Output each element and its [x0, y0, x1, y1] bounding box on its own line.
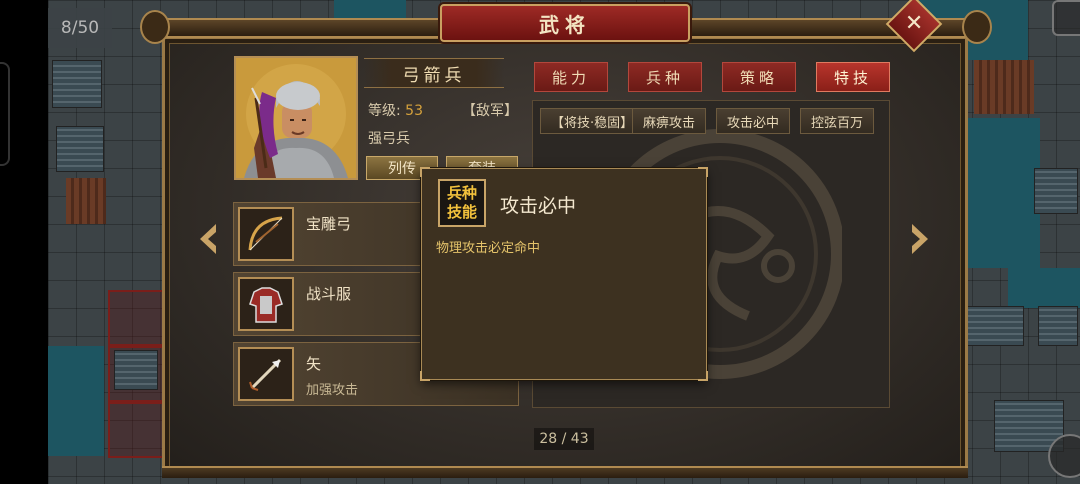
corner-ornament: [698, 167, 708, 177]
badge-line: 技能: [446, 203, 477, 221]
troop-skill-badge: 兵种 技能: [438, 179, 486, 227]
tab-strategy[interactable]: 策略: [722, 62, 796, 92]
side-handle: [0, 62, 10, 166]
corner-ornament: [420, 167, 430, 177]
equipment-name: 矢: [306, 355, 322, 373]
scroll-end-right: [962, 10, 992, 44]
page-indicator: 28 / 43: [534, 428, 594, 450]
equipment-desc: 加强攻击: [306, 383, 359, 398]
dialog-bottom-rod: [162, 466, 968, 478]
level-value: 53: [405, 103, 423, 119]
skill-chip[interactable]: 【将技·稳固】: [540, 108, 645, 134]
tab-ability[interactable]: 能力: [534, 62, 608, 92]
skill-tooltip: 兵种 技能 攻击必中 物理攻击必定命中: [420, 167, 708, 381]
screen-edge: [0, 0, 48, 484]
corner-ornament: [420, 371, 430, 381]
skill-chip[interactable]: 攻击必中: [716, 108, 791, 134]
map-menu-button[interactable]: [1052, 0, 1080, 36]
armor-icon: [238, 277, 294, 331]
equipment-name: 宝雕弓: [306, 215, 352, 233]
skill-chip[interactable]: 麻痹攻击: [632, 108, 707, 134]
prev-general-arrow-icon[interactable]: [196, 222, 220, 256]
dialog-title: 武将: [440, 4, 690, 42]
level-row: 等级: 53: [368, 100, 423, 120]
arrow-icon: [238, 347, 294, 401]
tooltip-description: 物理攻击必定命中: [436, 241, 541, 256]
unit-type: 强弓兵: [368, 131, 410, 147]
equipment-name: 战斗服: [306, 285, 352, 303]
tab-skills[interactable]: 特技: [816, 62, 890, 92]
tab-troop[interactable]: 兵种: [628, 62, 702, 92]
faction-label: 【敌军】: [462, 103, 518, 119]
archer-portrait-icon: [244, 64, 348, 178]
tooltip-title: 攻击必中: [500, 195, 577, 217]
next-general-arrow-icon[interactable]: [908, 222, 932, 256]
turn-counter: 8/50: [48, 8, 112, 48]
general-portrait: [234, 56, 358, 180]
close-icon: ✕: [904, 11, 924, 36]
level-label: 等级:: [368, 103, 401, 119]
corner-ornament: [698, 371, 708, 381]
bow-icon: [238, 207, 294, 261]
skill-chip[interactable]: 控弦百万: [800, 108, 875, 134]
scroll-end-left: [140, 10, 170, 44]
badge-line: 兵种: [446, 184, 477, 202]
general-name: 弓箭兵: [364, 58, 504, 88]
